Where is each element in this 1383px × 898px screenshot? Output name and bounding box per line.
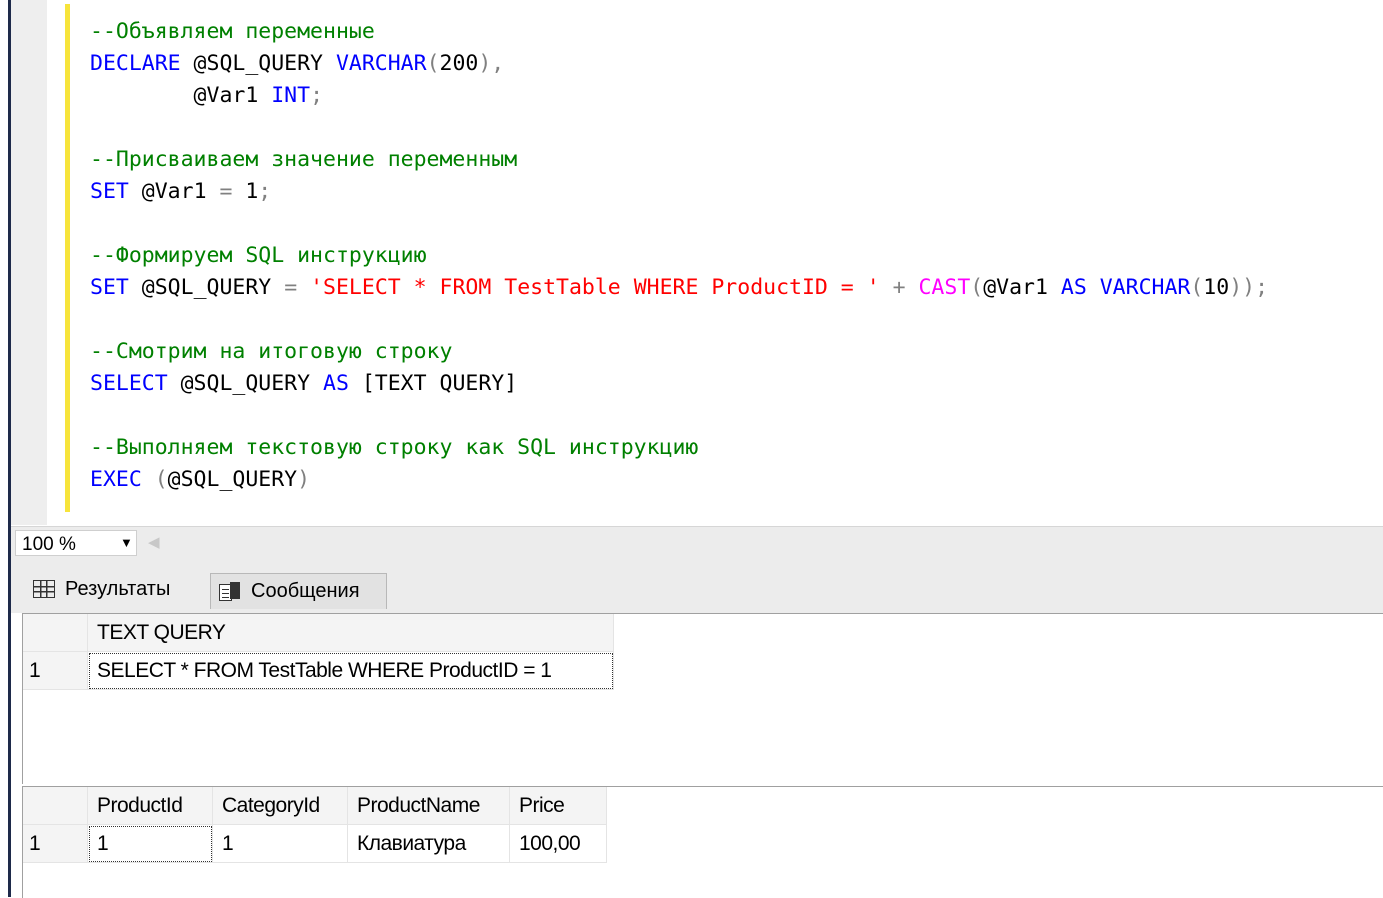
- code-token: 200: [439, 51, 479, 76]
- code-line[interactable]: --Смотрим на итоговую строку: [90, 336, 1268, 368]
- code-token: DECLARE: [90, 51, 181, 76]
- code-token: 1: [232, 179, 259, 204]
- code-line[interactable]: --Присваиваем значение переменным: [90, 144, 1268, 176]
- code-line[interactable]: [90, 208, 1268, 240]
- code-token: @SQL_QUERY: [167, 467, 298, 492]
- zoom-value: 100 %: [22, 534, 76, 555]
- code-token: (: [970, 275, 984, 300]
- scroll-left-arrow-icon[interactable]: ◀: [148, 533, 160, 551]
- cell-text-query[interactable]: SELECT * FROM TestTable WHERE ProductID …: [88, 652, 614, 690]
- code-token: (: [1190, 275, 1204, 300]
- code-token: --Объявляем переменные: [90, 19, 375, 44]
- code-token: AS: [1060, 275, 1087, 300]
- code-token: --Смотрим на итоговую строку: [90, 339, 453, 364]
- cell-productname[interactable]: Клавиатура: [348, 825, 510, 863]
- code-token: =: [284, 275, 298, 300]
- table-row[interactable]: 1 1 1 Клавиатура 100,00: [23, 825, 607, 863]
- code-token: CAST: [918, 275, 971, 300]
- change-tracking-bar: [65, 4, 70, 512]
- code-token: SELECT: [90, 371, 168, 396]
- code-token: AS: [323, 371, 349, 396]
- results-tabs: Результаты Сообщения: [11, 561, 1383, 613]
- code-token: ));: [1229, 275, 1269, 300]
- tab-messages[interactable]: Сообщения: [210, 573, 387, 609]
- code-token: --Выполняем текстовую строку как SQL инс…: [90, 435, 699, 460]
- code-token: --Присваиваем значение переменным: [90, 147, 518, 172]
- table-row[interactable]: 1 SELECT * FROM TestTable WHERE ProductI…: [23, 652, 614, 690]
- code-token: SET: [90, 275, 129, 300]
- code-line[interactable]: SET @Var1 = 1;: [90, 176, 1268, 208]
- grid-header-row: TEXT QUERY: [23, 614, 614, 652]
- code-token: =: [219, 179, 233, 204]
- code-token: @SQL_QUERY: [128, 275, 285, 300]
- code-token: (: [141, 467, 168, 492]
- messages-icon: [219, 581, 241, 602]
- code-token: INT: [271, 83, 311, 108]
- tab-messages-label: Сообщения: [251, 580, 360, 602]
- code-token: 'SELECT * FROM TestTable WHERE ProductID…: [310, 275, 880, 300]
- code-token: VARCHAR: [335, 51, 427, 76]
- results-pane: Результаты Сообщения TEXT QUERY 1 SELECT…: [11, 561, 1383, 898]
- cell-price[interactable]: 100,00: [510, 825, 607, 863]
- grid-icon: [33, 580, 55, 598]
- query-editor[interactable]: --Объявляем переменные DECLARE @SQL_QUERY…: [11, 0, 1383, 525]
- result-grid-products[interactable]: ProductId CategoryId ProductName Price 1…: [22, 786, 1383, 898]
- grid-header-row: ProductId CategoryId ProductName Price: [23, 787, 607, 825]
- row-number-header: [23, 614, 88, 652]
- code-line[interactable]: @Var1 INT;: [90, 80, 1268, 112]
- column-header-productname[interactable]: ProductName: [348, 787, 510, 825]
- code-token: [TEXT QUERY]: [348, 371, 518, 396]
- code-token: +: [879, 275, 919, 300]
- editor-gutter: [11, 0, 47, 525]
- column-header-categoryid[interactable]: CategoryId: [213, 787, 348, 825]
- code-token: @SQL_QUERY: [180, 51, 336, 76]
- code-line[interactable]: --Выполняем текстовую строку как SQL инс…: [90, 432, 1268, 464]
- row-number[interactable]: 1: [23, 652, 88, 690]
- code-token: VARCHAR: [1099, 275, 1191, 300]
- zoom-dropdown[interactable]: 100 % ▼: [15, 530, 137, 556]
- code-line[interactable]: EXEC (@SQL_QUERY): [90, 464, 1268, 496]
- code-line[interactable]: --Объявляем переменные: [90, 16, 1268, 48]
- code-token: 10: [1203, 275, 1230, 300]
- tab-results-label: Результаты: [65, 577, 171, 600]
- code-token: SET: [90, 179, 129, 204]
- code-line[interactable]: [90, 400, 1268, 432]
- code-line[interactable]: SET @SQL_QUERY = 'SELECT * FROM TestTabl…: [90, 272, 1268, 304]
- cell-productid[interactable]: 1: [88, 825, 213, 863]
- code-line[interactable]: DECLARE @SQL_QUERY VARCHAR(200),: [90, 48, 1268, 80]
- code-token: ;: [310, 83, 324, 108]
- code-token: @SQL_QUERY: [167, 371, 324, 396]
- column-header-text-query[interactable]: TEXT QUERY: [88, 614, 614, 652]
- column-header-productid[interactable]: ProductId: [88, 787, 213, 825]
- code-token: @Var1: [983, 275, 1061, 300]
- tab-results[interactable]: Результаты: [25, 569, 211, 609]
- code-line[interactable]: --Формируем SQL инструкцию: [90, 240, 1268, 272]
- code-token: @Var1: [128, 179, 220, 204]
- chevron-down-icon[interactable]: ▼: [120, 535, 133, 550]
- left-window-edge: [0, 0, 11, 897]
- column-header-price[interactable]: Price: [510, 787, 607, 825]
- row-number-header: [23, 787, 88, 825]
- code-line[interactable]: [90, 112, 1268, 144]
- code-token: ;: [258, 179, 272, 204]
- code-token: ): [297, 467, 311, 492]
- code-area[interactable]: --Объявляем переменные DECLARE @SQL_QUERY…: [90, 16, 1268, 496]
- code-token: EXEC: [90, 467, 142, 492]
- code-token: ),: [478, 51, 505, 76]
- code-token: (: [426, 51, 440, 76]
- zoom-bar: 100 % ▼ ◀: [11, 526, 1383, 561]
- code-token: @Var1: [90, 83, 272, 108]
- code-line[interactable]: SELECT @SQL_QUERY AS [TEXT QUERY]: [90, 368, 1268, 400]
- code-line[interactable]: [90, 304, 1268, 336]
- result-grid-text-query[interactable]: TEXT QUERY 1 SELECT * FROM TestTable WHE…: [22, 613, 1383, 784]
- row-number[interactable]: 1: [23, 825, 88, 863]
- cell-categoryid[interactable]: 1: [213, 825, 348, 863]
- code-token: --Формируем SQL инструкцию: [90, 243, 427, 268]
